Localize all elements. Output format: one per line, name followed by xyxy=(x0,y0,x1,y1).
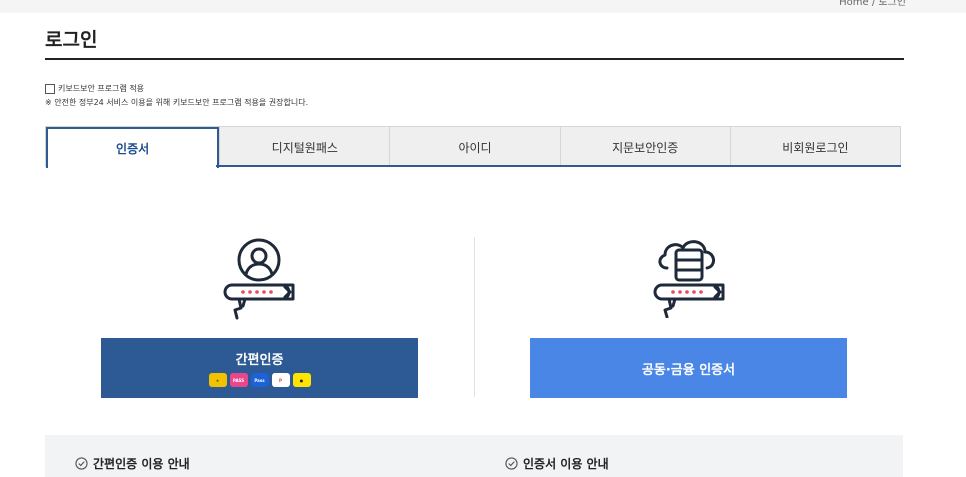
simple-auth-guide[interactable]: 간편인증 이용 안내 xyxy=(75,455,190,472)
breadcrumb: Home / 로그인 xyxy=(839,0,906,8)
kb-logo: ★ xyxy=(208,373,227,387)
page-title: 로그인 xyxy=(45,29,98,51)
certificate-button[interactable]: 공동·금융 인증서 xyxy=(530,338,847,398)
user-key-icon xyxy=(219,236,299,320)
tab-id[interactable]: 아이디 xyxy=(389,127,559,167)
certificate-guide[interactable]: 인증서 이용 안내 xyxy=(505,455,609,472)
login-method-tabs: 인증서 디지털원패스 아이디 지문보안인증 비회원로그인 xyxy=(45,126,901,168)
kakao-logo: ● xyxy=(292,373,311,387)
certificate-guide-title: 인증서 이용 안내 xyxy=(523,457,609,471)
guide-panel: 간편인증 이용 안내 인증서 이용 안내 xyxy=(45,435,903,477)
keyboard-security-checkbox[interactable] xyxy=(45,83,55,94)
pass-logo: PASS xyxy=(229,373,248,387)
title-divider xyxy=(45,58,904,60)
payco-logo: P xyxy=(271,373,290,387)
tab-fingerprint[interactable]: 지문보안인증 xyxy=(559,127,730,167)
keyboard-security-option[interactable]: 키보드보안 프로그램 적용 xyxy=(45,83,144,94)
keyboard-security-label: 키보드보안 프로그램 적용 xyxy=(58,84,145,93)
samsung-pass-logo: Pass xyxy=(250,373,269,387)
certificate-label: 공동·금융 인증서 xyxy=(641,362,736,378)
options-divider xyxy=(474,237,475,397)
tab-digital-onepass[interactable]: 디지털원패스 xyxy=(219,127,389,167)
simple-auth-label: 간편인증 xyxy=(235,353,284,368)
cloud-server-key-icon xyxy=(649,234,729,319)
check-circle-icon xyxy=(505,457,518,470)
top-strip xyxy=(0,0,966,13)
keyboard-security-notice: ※ 안전한 정부24 서비스 이용을 위해 키보드보안 프로그램 적용을 권장합… xyxy=(45,98,309,107)
tab-guest-login[interactable]: 비회원로그인 xyxy=(729,127,900,167)
tab-certificate[interactable]: 인증서 xyxy=(46,127,220,168)
simple-auth-guide-title: 간편인증 이용 안내 xyxy=(93,457,190,471)
check-circle-icon xyxy=(75,457,88,470)
simple-auth-button[interactable]: 간편인증 ★ PASS Pass P ● xyxy=(101,338,418,398)
provider-logos: ★ PASS Pass P ● xyxy=(208,373,311,387)
